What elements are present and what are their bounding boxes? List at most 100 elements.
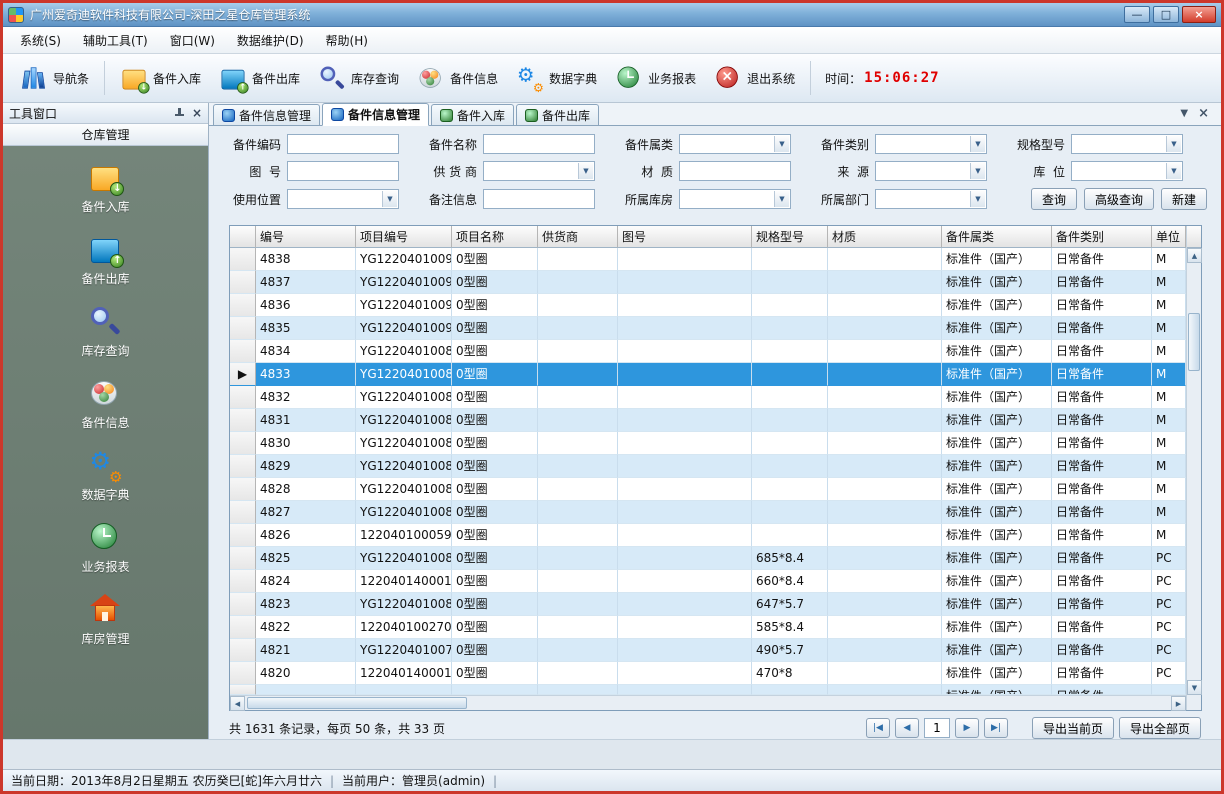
first-page-button[interactable]: |◀	[866, 718, 890, 738]
table-cell: 标准件（国产）	[942, 547, 1052, 570]
table-row-partial[interactable]: 标准件（国产）日常备件	[230, 685, 1186, 695]
new-button[interactable]: 新建	[1161, 188, 1207, 210]
sidebar-item-parts-outbound[interactable]: 备件出库	[81, 232, 129, 287]
query-button[interactable]: 查询	[1031, 188, 1077, 210]
sidebar-item-inventory-query[interactable]: 库存查询	[81, 304, 129, 359]
column-header[interactable]: 项目名称	[452, 226, 538, 248]
table-row[interactable]: 482412204014000120型圈660*8.4标准件（国产）日常备件PC	[230, 570, 1186, 593]
table-row[interactable]: 4832YG122040100870型圈标准件（国产）日常备件M	[230, 386, 1186, 409]
export-current-page-button[interactable]: 导出当前页	[1032, 717, 1114, 739]
advanced-query-button[interactable]: 高级查询	[1084, 188, 1154, 210]
scroll-down-button[interactable]: ▼	[1187, 680, 1202, 695]
sidebar-item-business-report[interactable]: 业务报表	[81, 520, 129, 575]
column-header[interactable]: 供货商	[538, 226, 618, 248]
close-button[interactable]: ×	[1182, 6, 1216, 23]
spec-model-select[interactable]: ▼	[1071, 134, 1183, 154]
menu-window[interactable]: 窗口(W)	[159, 28, 226, 53]
toolbar-parts-inbound-button[interactable]: 备件入库	[111, 60, 210, 96]
table-row[interactable]: 4836YG122040100910型圈标准件（国产）日常备件M	[230, 294, 1186, 317]
v-scroll-thumb[interactable]	[1188, 313, 1200, 371]
scroll-up-button[interactable]: ▲	[1187, 248, 1202, 263]
toolbar-exit-system-button[interactable]: 退出系统	[705, 60, 804, 96]
tab-close-button[interactable]: ×	[1198, 106, 1209, 121]
remark-input[interactable]	[483, 189, 595, 209]
material-input[interactable]	[679, 161, 791, 181]
part-code-input[interactable]	[287, 134, 399, 154]
page-input[interactable]	[924, 718, 950, 738]
maximize-button[interactable]: □	[1153, 6, 1179, 23]
table-row[interactable]: 4827YG122040100820型圈标准件（国产）日常备件M	[230, 501, 1186, 524]
vertical-scrollbar[interactable]: ▲ ▼	[1186, 226, 1201, 710]
warehouse-select[interactable]: ▼	[679, 189, 791, 209]
toolbar-parts-info-button[interactable]: 备件信息	[408, 60, 507, 96]
tab-parts-info-management-2[interactable]: 备件信息管理	[322, 103, 429, 126]
toolbar-inventory-query-button[interactable]: 库存查询	[309, 60, 408, 96]
toolbar-business-report-button[interactable]: 业务报表	[606, 60, 705, 96]
export-all-pages-button[interactable]: 导出全部页	[1119, 717, 1201, 739]
v-scroll-track[interactable]	[1187, 263, 1201, 680]
pin-icon[interactable]	[174, 108, 185, 119]
menu-help[interactable]: 帮助(H)	[315, 28, 379, 53]
menu-system[interactable]: 系统(S)	[9, 28, 72, 53]
table-row[interactable]: 482212204010027000型圈585*8.4标准件（国产）日常备件PC	[230, 616, 1186, 639]
column-header[interactable]: 图号	[618, 226, 752, 248]
last-page-button[interactable]: ▶|	[984, 718, 1008, 738]
sidebar-item-data-dictionary[interactable]: 数据字典	[81, 448, 129, 503]
sidebar-item-warehouse-management[interactable]: 库房管理	[81, 592, 129, 647]
sidebar-item-parts-inbound[interactable]: 备件入库	[81, 160, 129, 215]
menu-aux-tools[interactable]: 辅助工具(T)	[72, 28, 159, 53]
part-type-select[interactable]: ▼	[875, 134, 987, 154]
table-row[interactable]: 4829YG122040100840型圈标准件（国产）日常备件M	[230, 455, 1186, 478]
table-cell: 日常备件	[1052, 570, 1152, 593]
next-page-button[interactable]: ▶	[955, 718, 979, 738]
tab-list-dropdown-button[interactable]: ▼	[1180, 108, 1188, 119]
column-header[interactable]: 编号	[256, 226, 356, 248]
h-scroll-track[interactable]	[245, 696, 1171, 710]
tab-parts-info-management-1[interactable]: 备件信息管理	[213, 104, 320, 125]
table-row[interactable]: ▶4833YG122040100880型圈标准件（国产）日常备件M	[230, 363, 1186, 386]
scroll-left-button[interactable]: ◀	[230, 696, 245, 711]
table-row[interactable]: 4828YG122040100830型圈标准件（国产）日常备件M	[230, 478, 1186, 501]
figure-no-input[interactable]	[287, 161, 399, 181]
column-header[interactable]: 项目编号	[356, 226, 452, 248]
table-cell	[752, 248, 828, 271]
table-row[interactable]: 4837YG122040100920型圈标准件（国产）日常备件M	[230, 271, 1186, 294]
table-row[interactable]: 482012204014000130型圈470*8标准件（国产）日常备件PC	[230, 662, 1186, 685]
usage-position-select[interactable]: ▼	[287, 189, 399, 209]
navbar-icon	[20, 64, 48, 92]
scroll-right-button[interactable]: ▶	[1171, 696, 1186, 711]
sidebar-item-parts-info[interactable]: 备件信息	[81, 376, 129, 431]
tab-parts-outbound[interactable]: 备件出库	[516, 104, 599, 125]
table-row[interactable]: 4838YG122040100930型圈标准件（国产）日常备件M	[230, 248, 1186, 271]
toolbar-data-dictionary-button[interactable]: 数据字典	[507, 60, 606, 96]
column-header[interactable]: 备件属类	[942, 226, 1052, 248]
table-row[interactable]: 4835YG122040100900型圈标准件（国产）日常备件M	[230, 317, 1186, 340]
tab-parts-inbound[interactable]: 备件入库	[431, 104, 514, 125]
location-select[interactable]: ▼	[1071, 161, 1183, 181]
table-cell	[618, 432, 752, 455]
horizontal-scrollbar[interactable]: ◀ ▶	[230, 695, 1186, 710]
prev-page-button[interactable]: ◀	[895, 718, 919, 738]
part-category-select[interactable]: ▼	[679, 134, 791, 154]
supplier-select[interactable]: ▼	[483, 161, 595, 181]
h-scroll-thumb[interactable]	[247, 697, 467, 709]
part-name-input[interactable]	[483, 134, 595, 154]
table-row[interactable]: 4834YG122040100890型圈标准件（国产）日常备件M	[230, 340, 1186, 363]
column-header[interactable]: 备件类别	[1052, 226, 1152, 248]
minimize-button[interactable]: —	[1124, 6, 1150, 23]
toolbar-navbar-button[interactable]: 导航条	[11, 60, 98, 96]
column-header[interactable]: 单位	[1152, 226, 1186, 248]
toolbar-parts-outbound-button[interactable]: 备件出库	[210, 60, 309, 96]
table-row[interactable]: 4830YG122040100850型圈标准件（国产）日常备件M	[230, 432, 1186, 455]
panel-close-button[interactable]: ×	[192, 106, 202, 120]
department-select[interactable]: ▼	[875, 189, 987, 209]
table-row[interactable]: 4825YG122040100810型圈685*8.4标准件（国产）日常备件PC	[230, 547, 1186, 570]
column-header[interactable]: 规格型号	[752, 226, 828, 248]
column-header[interactable]: 材质	[828, 226, 942, 248]
table-row[interactable]: 4831YG122040100860型圈标准件（国产）日常备件M	[230, 409, 1186, 432]
table-row[interactable]: 4823YG122040100800型圈647*5.7标准件（国产）日常备件PC	[230, 593, 1186, 616]
table-row[interactable]: 482612204010005990型圈标准件（国产）日常备件M	[230, 524, 1186, 547]
table-row[interactable]: 4821YG122040100790型圈490*5.7标准件（国产）日常备件PC	[230, 639, 1186, 662]
menu-data-maintenance[interactable]: 数据维护(D)	[226, 28, 315, 53]
source-select[interactable]: ▼	[875, 161, 987, 181]
